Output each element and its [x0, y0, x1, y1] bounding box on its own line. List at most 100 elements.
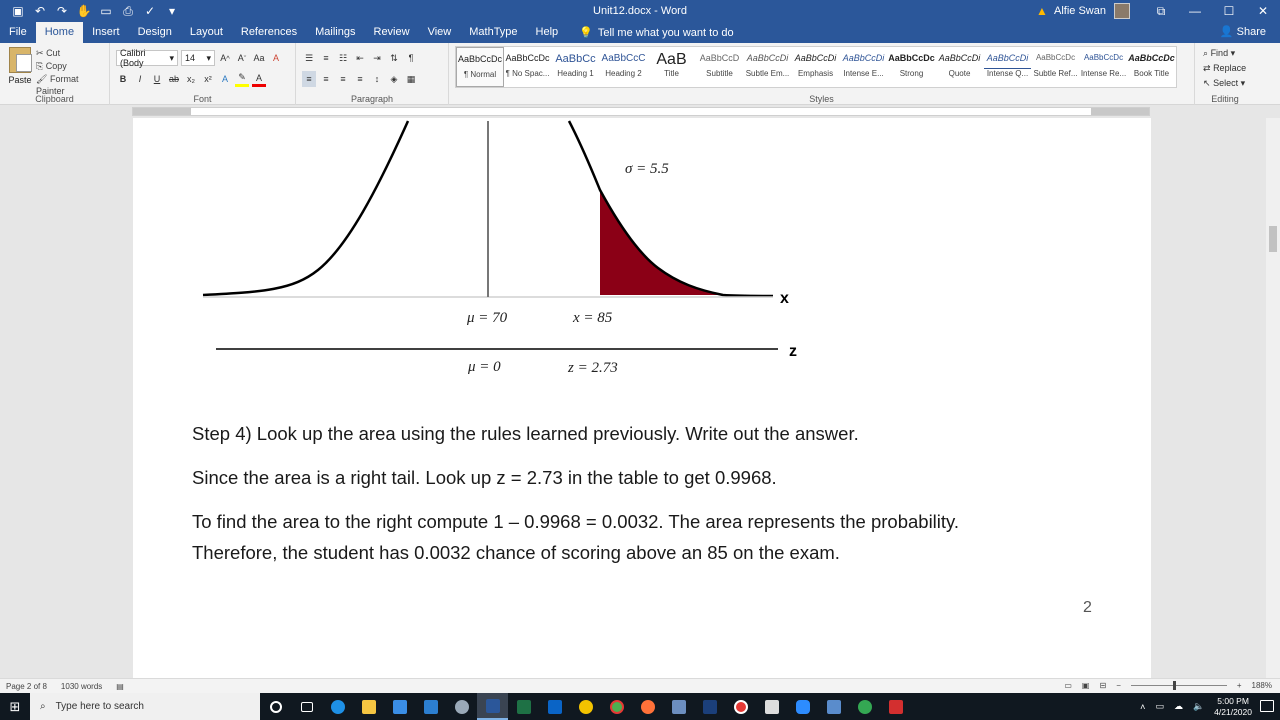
pilcrow-icon[interactable]: ¶: [404, 50, 418, 66]
increase-indent-icon[interactable]: ⇥: [370, 50, 384, 66]
subscript-icon[interactable]: x₂: [184, 71, 198, 87]
multilevel-list-icon[interactable]: ☷: [336, 50, 350, 66]
avatar[interactable]: [1114, 3, 1130, 19]
tab-references[interactable]: References: [232, 22, 306, 43]
font-size-dropdown[interactable]: 14 ▾: [181, 50, 215, 66]
grow-font-icon[interactable]: A ^: [218, 50, 232, 66]
windows-start-icon[interactable]: ⊞: [0, 693, 30, 720]
tab-file[interactable]: File: [0, 22, 36, 43]
tab-mathtype[interactable]: MathType: [460, 22, 526, 43]
sort-icon[interactable]: ⇅: [387, 50, 401, 66]
chrome-profile-icon[interactable]: [849, 693, 880, 720]
norton-icon[interactable]: [570, 693, 601, 720]
style-intense-quote[interactable]: AaBbCcDi Intense Q...: [984, 47, 1032, 87]
tab-design[interactable]: Design: [129, 22, 181, 43]
redo-icon[interactable]: ↷: [52, 1, 72, 21]
undo-icon[interactable]: ↶: [30, 1, 50, 21]
spelling-icon[interactable]: ✓: [140, 1, 160, 21]
minimize-button[interactable]: —: [1178, 0, 1212, 22]
speaker-icon[interactable]: 🔈: [1193, 701, 1204, 712]
zoom-out-button[interactable]: −: [1116, 681, 1121, 690]
numbering-icon[interactable]: ≡: [319, 50, 333, 66]
style-normal[interactable]: AaBbCcDc ¶ Normal: [456, 47, 504, 87]
customize-qat-icon[interactable]: ▾: [162, 1, 182, 21]
style-title[interactable]: AaB Title: [648, 47, 696, 87]
user-name[interactable]: Alfie Swan: [1054, 5, 1106, 17]
format-painter-button[interactable]: 🖌 Format Painter: [36, 73, 109, 96]
document-page[interactable]: σ = 5.5 μ = 70 x = 85 x μ = 0 z = 2.73 z…: [133, 118, 1151, 678]
style-heading-2[interactable]: AaBbCcC Heading 2: [600, 47, 648, 87]
align-left-icon[interactable]: ≡: [302, 71, 316, 87]
zoom-app-icon[interactable]: [787, 693, 818, 720]
ruler-right-margin[interactable]: [1091, 108, 1149, 115]
clear-formatting-icon[interactable]: A: [269, 50, 283, 66]
tab-review[interactable]: Review: [365, 22, 419, 43]
style-book-title[interactable]: AaBbCcDc Book Title: [1128, 47, 1176, 87]
chevron-up-icon[interactable]: ˄: [1140, 702, 1145, 712]
pen-app-icon[interactable]: [446, 693, 477, 720]
underline-icon[interactable]: U: [150, 71, 164, 87]
paragraph-compute[interactable]: To find the area to the right compute 1 …: [192, 506, 959, 537]
line-spacing-icon[interactable]: ↕: [370, 71, 384, 87]
print-preview-icon[interactable]: ⎙: [118, 1, 138, 21]
wd-icon[interactable]: [694, 693, 725, 720]
align-right-icon[interactable]: ≡: [336, 71, 350, 87]
highlight-icon[interactable]: ✎: [235, 71, 249, 87]
warning-icon[interactable]: ▲: [1036, 4, 1050, 18]
maximize-button[interactable]: ☐: [1212, 0, 1246, 22]
style-heading-1[interactable]: AaBbCc Heading 1: [552, 47, 600, 87]
remote-desktop-icon[interactable]: [818, 693, 849, 720]
style-no-spacing[interactable]: AaBbCcDc ¶ No Spac...: [504, 47, 552, 87]
camera-icon[interactable]: [756, 693, 787, 720]
zoom-slider[interactable]: [1130, 681, 1227, 690]
new-document-icon[interactable]: ▭: [96, 1, 116, 21]
style-intense-reference[interactable]: AaBbCcDc Intense Re...: [1080, 47, 1128, 87]
shrink-font-icon[interactable]: Aˇ: [235, 50, 249, 66]
notepad-icon[interactable]: [663, 693, 694, 720]
touch-mode-icon[interactable]: ✋: [74, 1, 94, 21]
share-button[interactable]: 👤 Share: [1220, 25, 1266, 38]
outlook-icon[interactable]: [539, 693, 570, 720]
cortana-icon[interactable]: [260, 693, 291, 720]
tab-view[interactable]: View: [419, 22, 461, 43]
ruler-left-margin[interactable]: [133, 108, 191, 115]
paragraph-step4[interactable]: Step 4) Look up the area using the rules…: [192, 418, 859, 449]
tab-insert[interactable]: Insert: [83, 22, 129, 43]
notification-icon[interactable]: [1260, 700, 1274, 712]
superscript-icon[interactable]: x²: [201, 71, 215, 87]
record-icon[interactable]: [725, 693, 756, 720]
strikethrough-icon[interactable]: ab: [167, 71, 181, 87]
save-icon[interactable]: ▣: [8, 1, 28, 21]
borders-icon[interactable]: ▦: [404, 71, 418, 87]
paragraph-lookup[interactable]: Since the area is a right tail. Look up …: [192, 462, 777, 493]
print-layout-icon[interactable]: ▣: [1082, 681, 1090, 690]
task-view-icon[interactable]: [291, 693, 322, 720]
tell-me-search[interactable]: 💡 Tell me what you want to do: [567, 22, 733, 43]
zoom-knob[interactable]: [1172, 681, 1176, 690]
style-strong[interactable]: AaBbCcDc Strong: [888, 47, 936, 87]
vertical-scrollbar[interactable]: [1266, 118, 1280, 678]
store-icon[interactable]: [384, 693, 415, 720]
battery-icon[interactable]: ▭: [1155, 701, 1164, 712]
taskbar-search[interactable]: ⌕ Type here to search: [30, 693, 260, 720]
firefox-icon[interactable]: [632, 693, 663, 720]
paste-button[interactable]: Paste: [6, 47, 34, 85]
find-button[interactable]: ⌕ Find ▾: [1203, 46, 1246, 61]
close-button[interactable]: ✕: [1246, 0, 1280, 22]
font-color-icon[interactable]: A: [252, 71, 266, 87]
shading-icon[interactable]: ◈: [387, 71, 401, 87]
bold-icon[interactable]: B: [116, 71, 130, 87]
decrease-indent-icon[interactable]: ⇤: [353, 50, 367, 66]
proofing-icon[interactable]: ▤: [116, 682, 124, 691]
style-emphasis[interactable]: AaBbCcDi Emphasis: [792, 47, 840, 87]
replace-button[interactable]: ⇄ Replace: [1203, 61, 1246, 76]
file-explorer-icon[interactable]: [353, 693, 384, 720]
zoom-in-button[interactable]: +: [1237, 681, 1242, 690]
style-intense-emphasis[interactable]: AaBbCcDi Intense E...: [840, 47, 888, 87]
change-case-icon[interactable]: Aa: [252, 50, 266, 66]
excel-icon[interactable]: [508, 693, 539, 720]
tab-layout[interactable]: Layout: [181, 22, 232, 43]
style-subtitle[interactable]: AaBbCcD Subtitle: [696, 47, 744, 87]
justify-icon[interactable]: ≡: [353, 71, 367, 87]
italic-icon[interactable]: I: [133, 71, 147, 87]
